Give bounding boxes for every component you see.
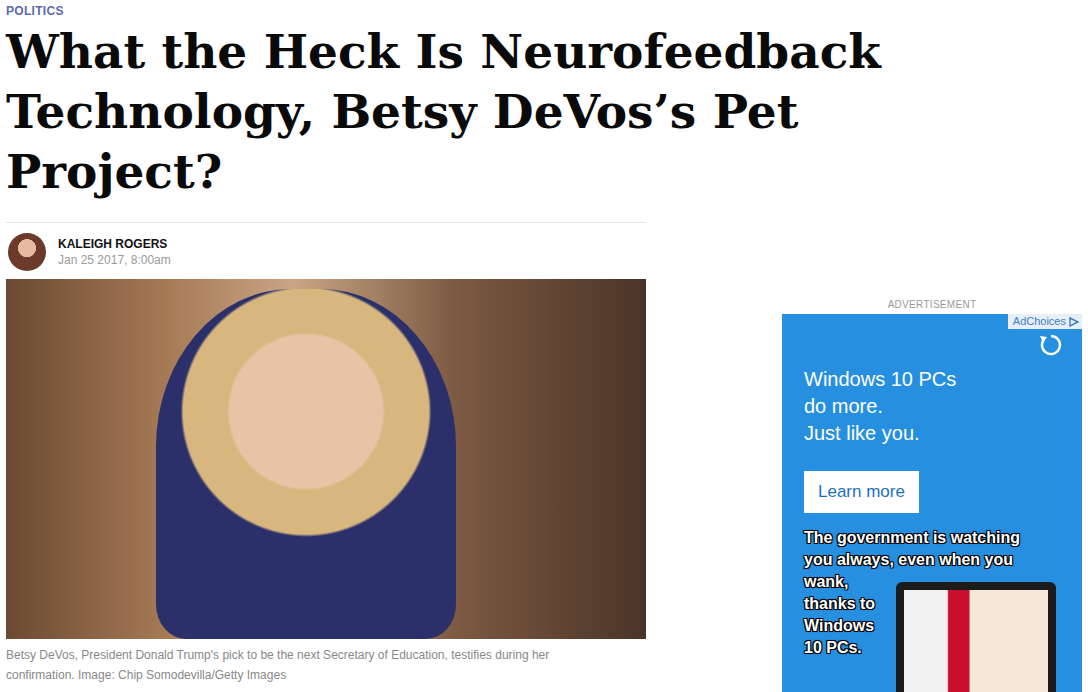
photo-caption: Betsy DeVos, President Donald Trump's pi…: [6, 645, 646, 685]
overlay-line: wank,: [804, 571, 1060, 593]
publish-date: Jan 25 2017, 8:00am: [58, 252, 171, 268]
author-name[interactable]: KALEIGH ROGERS: [58, 236, 171, 252]
laptop-screen: [904, 590, 1048, 692]
adchoices-text[interactable]: AdChoices: [1013, 315, 1066, 328]
headline-line: Project?: [6, 142, 1088, 202]
overlay-line: thanks to: [804, 593, 1060, 615]
ad-banner[interactable]: AdChoices Windows 10 PCsdo more.Just like…: [782, 314, 1082, 692]
ad-overlay-text: The government is watchingyou always, ev…: [804, 527, 1060, 659]
article-column: Betsy DeVos, President Donald Trump's pi…: [6, 279, 646, 685]
headline-line: Technology, Betsy DeVos’s Pet: [6, 82, 1088, 142]
ad-label: ADVERTISEMENT: [782, 299, 1082, 311]
author-avatar[interactable]: [8, 233, 46, 271]
caption-line: Betsy DeVos, President Donald Trump's pi…: [6, 645, 646, 665]
ad-headline-line: Windows 10 PCs: [804, 366, 1060, 393]
adchoices-icon: [1069, 317, 1079, 327]
overlay-line: you always, even when you: [804, 549, 1060, 571]
sidebar: ADVERTISEMENT AdChoices Windows 10 PCsdo m…: [782, 279, 1082, 692]
ad-headline-line: do more.: [804, 393, 1060, 420]
article-page: POLITICS What the Heck Is NeurofeedbackTe…: [0, 0, 1088, 692]
ad-headline: Windows 10 PCsdo more.Just like you.: [804, 366, 1060, 447]
ad-headline-line: Just like you.: [804, 420, 1060, 447]
overlay-line: Windows: [804, 615, 1060, 637]
byline: KALEIGH ROGERSJan 25 2017, 8:00am: [6, 222, 646, 271]
article-photo: [6, 279, 646, 639]
article-headline: What the Heck Is NeurofeedbackTechnology…: [6, 22, 1088, 202]
photo-subject: [156, 289, 456, 639]
learn-more-button[interactable]: Learn more: [804, 471, 919, 513]
adchoices-badge[interactable]: AdChoices: [1008, 314, 1082, 329]
overlay-line: 10 PCs.: [804, 637, 1060, 659]
laptop-picture: [896, 582, 1056, 692]
replay-icon: [1038, 332, 1064, 358]
caption-line: confirmation. Image: Chip Somodevilla/Ge…: [6, 665, 646, 685]
article-main: Betsy DeVos, President Donald Trump's pi…: [6, 279, 1088, 692]
overlay-line: The government is watching: [804, 527, 1060, 549]
byline-text: KALEIGH ROGERSJan 25 2017, 8:00am: [58, 236, 171, 268]
headline-line: What the Heck Is Neurofeedback: [6, 22, 1088, 82]
section-label[interactable]: POLITICS: [6, 4, 1088, 18]
